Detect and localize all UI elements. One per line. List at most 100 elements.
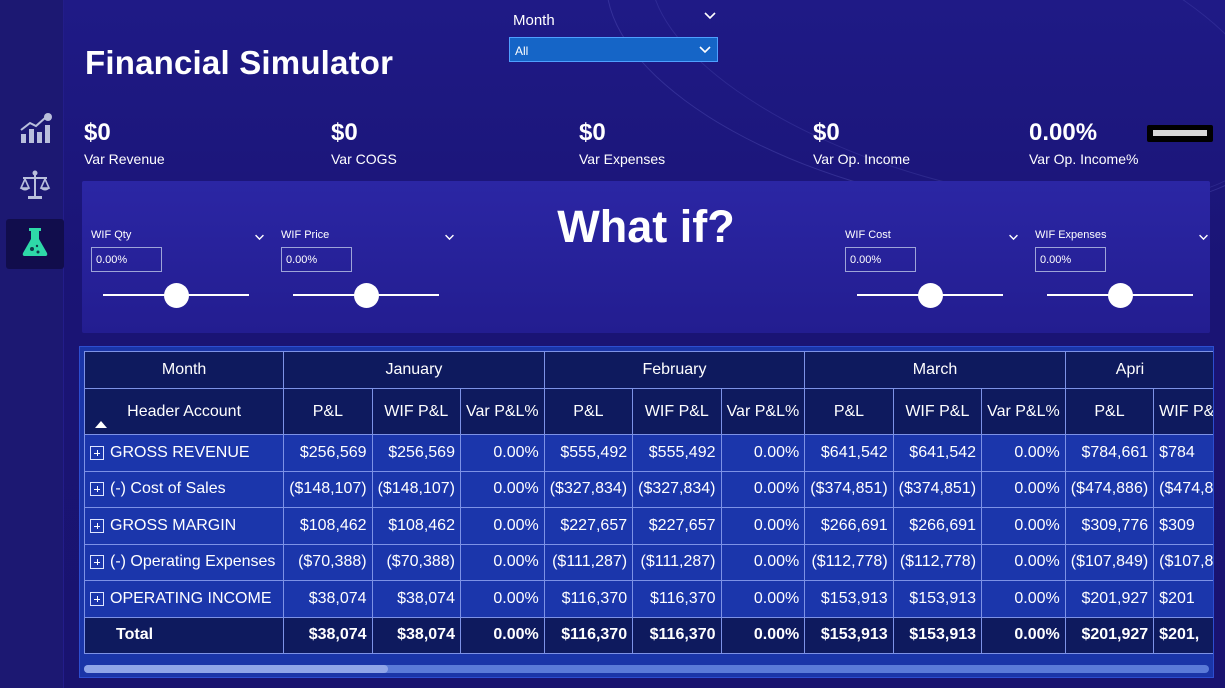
value-cell: 0.00% bbox=[720, 507, 806, 545]
value-cell: $116,370 bbox=[543, 616, 634, 654]
horizontal-scrollbar[interactable] bbox=[84, 665, 1209, 673]
value-cell: 0.00% bbox=[459, 507, 545, 545]
param-value-input[interactable]: 0.00% bbox=[845, 247, 916, 272]
value-cell: ($70,388) bbox=[371, 543, 461, 581]
table-row: (-) Cost of Sales ($148,107) ($148,107) 0.0… bbox=[83, 470, 1213, 508]
col-header-pl[interactable]: P&L bbox=[543, 388, 634, 435]
param-label: WIF Cost bbox=[845, 229, 891, 241]
chevron-down-icon bbox=[698, 43, 712, 60]
chevron-down-icon[interactable] bbox=[703, 9, 717, 28]
value-cell: 0.00% bbox=[459, 580, 545, 618]
month-slicer-dropdown[interactable]: All bbox=[509, 37, 718, 62]
param-wif-expenses: WIF Expenses 0.00% bbox=[1035, 229, 1208, 308]
value-cell: ($148,107) bbox=[283, 470, 373, 508]
col-header-wif-pl[interactable]: WIF P&L bbox=[371, 388, 461, 435]
value-cell: 0.00% bbox=[720, 616, 806, 654]
value-cell: 0.00% bbox=[459, 434, 545, 472]
slider-handle[interactable] bbox=[163, 283, 189, 308]
chevron-down-icon[interactable] bbox=[444, 230, 455, 248]
value-cell: 0.00% bbox=[459, 543, 545, 581]
value-cell: ($112,778) bbox=[804, 543, 894, 581]
value-cell: 0.00% bbox=[720, 470, 806, 508]
month-header-march[interactable]: March bbox=[804, 351, 1066, 389]
col-header-pl[interactable]: P&L bbox=[283, 388, 373, 435]
subcolumn-header-row: Header Account P&L WIF P&L Var P&L% P&L … bbox=[83, 388, 1213, 435]
value-cell: $555,492 bbox=[632, 434, 722, 472]
chevron-down-icon[interactable] bbox=[1008, 230, 1019, 248]
expand-plus-icon[interactable] bbox=[90, 591, 104, 606]
value-cell: ($107,8 bbox=[1153, 543, 1213, 581]
col-header-pl[interactable]: P&L bbox=[804, 388, 894, 435]
value-cell: $201 bbox=[1153, 580, 1213, 618]
slider-handle[interactable] bbox=[1107, 283, 1133, 308]
col-header-var-pl-pct[interactable]: Var P&L% bbox=[459, 388, 545, 435]
table-row: GROSS REVENUE $256,569 $256,569 0.00% $555,4… bbox=[83, 434, 1213, 472]
kpi-var-revenue: $0 Var Revenue bbox=[84, 119, 165, 168]
chevron-down-icon[interactable] bbox=[254, 230, 265, 248]
value-cell: $227,657 bbox=[632, 507, 722, 545]
kpi-var-op-income: $0 Var Op. Income bbox=[813, 119, 910, 168]
slider-handle[interactable] bbox=[353, 283, 379, 308]
param-value-input[interactable]: 0.00% bbox=[91, 247, 162, 272]
expand-plus-icon[interactable] bbox=[90, 482, 104, 497]
month-header-january[interactable]: January bbox=[283, 351, 545, 389]
value-cell: $116,370 bbox=[632, 580, 722, 618]
value-cell: $641,542 bbox=[804, 434, 894, 472]
expand-plus-icon[interactable] bbox=[90, 518, 104, 533]
value-cell: $108,462 bbox=[283, 507, 373, 545]
col-header-pl[interactable]: P&L bbox=[1064, 388, 1155, 435]
chevron-down-icon[interactable] bbox=[1198, 230, 1209, 248]
row-header-cell[interactable]: (-) Cost of Sales bbox=[83, 470, 285, 508]
value-cell: 0.00% bbox=[981, 470, 1066, 508]
nav-item-balance[interactable] bbox=[6, 162, 64, 212]
expand-plus-icon[interactable] bbox=[90, 445, 104, 460]
param-label: WIF Expenses bbox=[1035, 229, 1107, 241]
kpi-value: $0 bbox=[579, 119, 606, 146]
row-label: (-) Cost of Sales bbox=[110, 480, 226, 498]
slider-handle[interactable] bbox=[917, 283, 943, 308]
expand-plus-icon[interactable] bbox=[90, 555, 104, 570]
month-header-february[interactable]: February bbox=[543, 351, 806, 389]
col-header-var-pl-pct[interactable]: Var P&L% bbox=[981, 388, 1066, 435]
scrollbar-thumb[interactable] bbox=[84, 665, 388, 673]
col-header-var-pl-pct[interactable]: Var P&L% bbox=[720, 388, 806, 435]
kpi-value: $0 bbox=[331, 119, 358, 146]
row-label: GROSS MARGIN bbox=[110, 516, 237, 534]
chart-growth-icon bbox=[18, 112, 52, 151]
value-cell: $555,492 bbox=[543, 434, 634, 472]
row-label: GROSS REVENUE bbox=[110, 443, 250, 461]
param-value-input[interactable]: 0.00% bbox=[281, 247, 352, 272]
value-cell: $227,657 bbox=[543, 507, 634, 545]
header-account-column[interactable]: Header Account bbox=[83, 388, 285, 435]
value-cell: $784 bbox=[1153, 434, 1213, 472]
param-wif-price: WIF Price 0.00% bbox=[281, 229, 454, 308]
param-value-input[interactable]: 0.00% bbox=[1035, 247, 1106, 272]
row-header-cell[interactable]: GROSS REVENUE bbox=[83, 434, 285, 472]
total-row: Total $38,074 $38,074 0.00% $116,370 $116,370… bbox=[83, 616, 1213, 654]
value-cell: $784,661 bbox=[1064, 434, 1155, 472]
row-header-cell[interactable]: (-) Operating Expenses bbox=[83, 543, 285, 581]
nav-item-overview[interactable] bbox=[6, 106, 64, 156]
sort-ascending-icon[interactable] bbox=[95, 421, 107, 428]
row-header-cell[interactable]: GROSS MARGIN bbox=[83, 507, 285, 545]
value-cell: $256,569 bbox=[371, 434, 461, 472]
col-header-wif-pl[interactable]: WIF P&L bbox=[632, 388, 722, 435]
toggle-switch[interactable] bbox=[1147, 125, 1213, 142]
value-cell: $641,542 bbox=[892, 434, 983, 472]
value-cell: 0.00% bbox=[720, 434, 806, 472]
value-cell: ($474,8 bbox=[1153, 470, 1213, 508]
value-cell: 0.00% bbox=[981, 580, 1066, 618]
value-cell: 0.00% bbox=[720, 580, 806, 618]
row-label-wrap: GROSS MARGIN bbox=[90, 517, 278, 535]
col-header-wif-pl[interactable]: WIF P&L bbox=[892, 388, 983, 435]
month-header-april[interactable]: Apri bbox=[1064, 351, 1213, 389]
col-header-wif-pl[interactable]: WIF P&L bbox=[1153, 388, 1213, 435]
value-cell: $153,913 bbox=[804, 616, 894, 654]
row-header-cell[interactable]: OPERATING INCOME bbox=[83, 580, 285, 618]
kpi-var-op-income-pct: 0.00% Var Op. Income% bbox=[1029, 119, 1138, 168]
scales-icon bbox=[18, 168, 52, 207]
value-cell: 0.00% bbox=[720, 543, 806, 581]
nav-item-simulator[interactable] bbox=[6, 219, 64, 269]
row-label: (-) Operating Expenses bbox=[110, 553, 276, 571]
param-label: WIF Price bbox=[281, 229, 330, 241]
